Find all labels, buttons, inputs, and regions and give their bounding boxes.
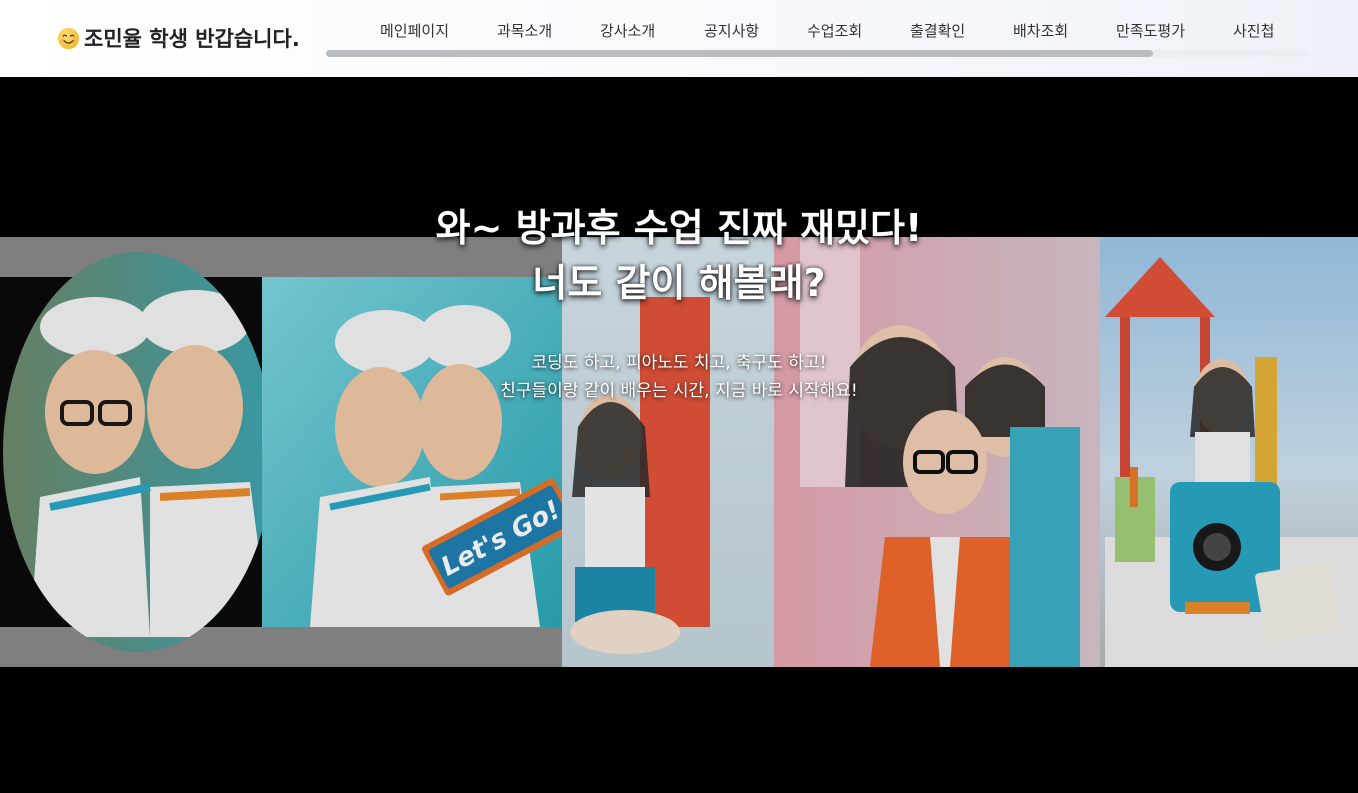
nav-item-notices[interactable]: 공지사항 (704, 20, 759, 41)
nav-item-main[interactable]: 메인페이지 (380, 20, 449, 41)
top-header: 조민율 학생 반갑습니다. 메인페이지 과목소개 강사소개 공지사항 수업조회 … (0, 0, 1358, 77)
main-nav: 메인페이지 과목소개 강사소개 공지사항 수업조회 출결확인 배차조회 만족도평… (326, 14, 1310, 48)
hero-subtitle-line-2: 친구들이랑 같이 배우는 시간, 지금 바로 시작해요! (500, 381, 858, 401)
nav-scrollbar-thumb[interactable] (326, 50, 1153, 57)
nav-item-attendance[interactable]: 출결확인 (910, 20, 965, 41)
nav-item-gallery[interactable]: 사진첩 (1233, 20, 1274, 41)
greeting-text: 조민율 학생 반갑습니다. (84, 27, 300, 51)
hero-subtitle-line-1: 코딩도 하고, 피아노도 치고, 축구도 하고! (531, 353, 827, 373)
nav-item-bus-schedule[interactable]: 배차조회 (1013, 20, 1068, 41)
hero-title: 와~ 방과후 수업 진짜 재밌다! 너도 같이 해볼래? (0, 201, 1358, 311)
student-greeting: 조민율 학생 반갑습니다. (57, 24, 300, 52)
nav-item-class-lookup[interactable]: 수업조회 (807, 20, 862, 41)
nav-item-survey[interactable]: 만족도평가 (1116, 20, 1185, 41)
nav-scrollbar[interactable] (326, 50, 1310, 57)
hero-title-line-2: 너도 같이 해볼래? (532, 261, 826, 305)
hero-subtitle: 코딩도 하고, 피아노도 치고, 축구도 하고! 친구들이랑 같이 배우는 시간… (0, 349, 1358, 405)
nav-item-subjects[interactable]: 과목소개 (497, 20, 552, 41)
hero-title-line-1: 와~ 방과후 수업 진짜 재밌다! (435, 206, 923, 250)
smiling-face-icon (57, 27, 80, 49)
hero-section: Let's Go! 와~ 방과후 수업 진짜 재밌다! 너도 같이 해볼래? 코… (0, 77, 1358, 793)
nav-item-instructors[interactable]: 강사소개 (600, 20, 655, 41)
